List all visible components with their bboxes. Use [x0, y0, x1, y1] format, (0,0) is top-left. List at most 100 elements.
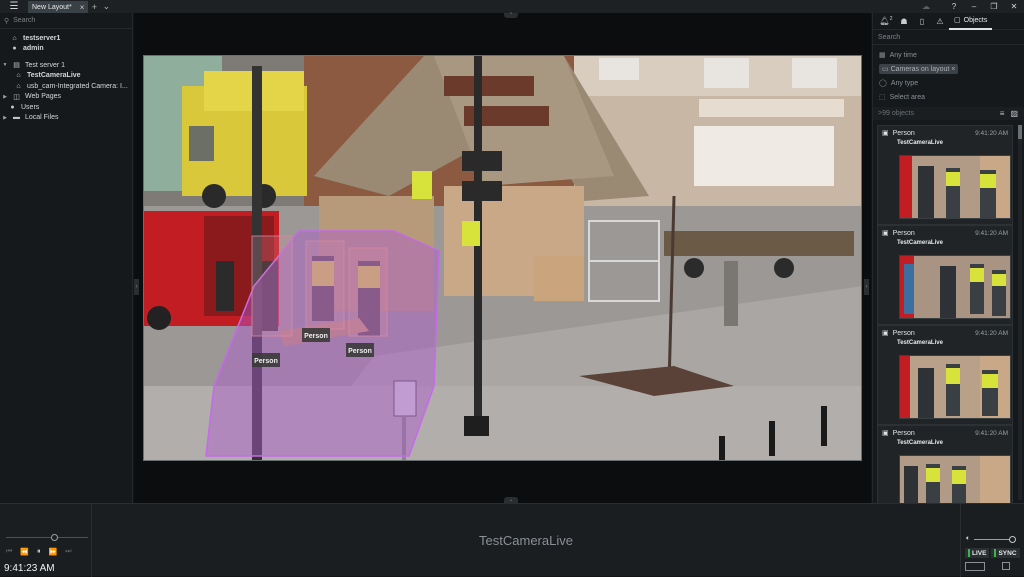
tree-item-label: TestCameraLive [27, 72, 81, 80]
bell-icon: 🔔︎ [879, 16, 890, 26]
notification-count: 2 [889, 16, 893, 23]
volume-control[interactable]: 🔈︎ [966, 535, 1017, 543]
tree-item-label: Users [21, 103, 40, 111]
object-filters: ▦ Any time ▭ Cameras on layout × ◯ Any typ… [873, 45, 1024, 107]
tree-item-local-files[interactable]: ▶ ▬ Local Files [0, 113, 132, 124]
tile-label: Person [892, 229, 915, 237]
collapse-right-handle[interactable]: › [864, 279, 869, 295]
close-window-icon[interactable]: ✕ [1004, 2, 1024, 11]
skip-back-icon[interactable]: ⏮ [6, 548, 12, 556]
live-button[interactable]: LIVE [965, 548, 990, 558]
camera-icon: ⌂ [16, 82, 21, 90]
tile-label: Person [892, 129, 915, 137]
folder-icon: ▬ [13, 114, 20, 122]
bookmark-tab-icon[interactable]: ▯ [913, 17, 931, 26]
scrollbar-thumb[interactable] [1018, 125, 1022, 139]
tree-item-server[interactable]: ▼ ▤ Test server 1 [0, 60, 132, 71]
filter-area-label: Select area [889, 93, 926, 101]
speaker-icon[interactable]: 🔈︎ [966, 535, 970, 543]
help-icon[interactable]: ? [944, 2, 964, 11]
filter-type[interactable]: ◯ Any type [879, 76, 1018, 90]
camera-video-tile[interactable]: Person Person Person [143, 55, 862, 461]
restore-icon[interactable]: ❐ [984, 2, 1004, 11]
tree-item-label: Test server 1 [25, 61, 66, 69]
resource-search[interactable]: ⚲ Search [0, 13, 132, 29]
server-name-row[interactable]: ⌂ testserver1 [10, 33, 132, 44]
tab-new-layout[interactable]: New Layout* × [28, 1, 89, 13]
search-input[interactable]: Search [13, 17, 35, 24]
filter-cameras-label: Cameras on layout [890, 66, 950, 73]
tile-thumbnail [899, 355, 1011, 419]
collapse-left-handle[interactable]: ‹ [134, 279, 139, 295]
detection-label: Person [348, 348, 372, 355]
thumbnails-toggle-icon[interactable] [965, 562, 985, 571]
right-panel-tabs: 🔔︎2 ☗ ▯ ⚠ ▢ Objects [873, 13, 1024, 30]
object-tiles: ▣ Person 9:41:20 AM TestCameraLive ▣ Person… [877, 125, 1013, 525]
notifications-tab[interactable]: 🔔︎2 [877, 16, 895, 26]
tree-item-camera-live[interactable]: ⌂ TestCameraLive [0, 71, 132, 82]
resource-tree: ▼ ▤ Test server 1 ⌂ TestCameraLive ⌂ usb… [0, 54, 132, 123]
tab-objects[interactable]: ▢ Objects [949, 13, 993, 30]
events-tab-icon[interactable]: ⚠ [931, 17, 949, 26]
chevron-down-icon[interactable]: ▼ [2, 62, 8, 68]
sync-button[interactable]: SYNC [991, 548, 1020, 558]
image-view-icon[interactable]: ▨ [1010, 109, 1018, 118]
tree-item-label: usb_cam-Integrated Camera: I... [27, 82, 128, 90]
tree-item-users[interactable]: ● Users [0, 102, 132, 113]
detection-label: Person [304, 333, 328, 340]
pause-icon[interactable]: ⏸ [37, 548, 41, 556]
clear-filter-icon[interactable]: × [951, 66, 955, 73]
cloud-icon[interactable]: ☁ [916, 2, 936, 11]
user-row[interactable]: ● admin [10, 44, 132, 55]
server-name: testserver1 [23, 34, 61, 42]
close-tab-icon[interactable]: × [80, 3, 85, 12]
skip-forward-icon[interactable]: ⏭ [65, 548, 71, 556]
filter-area[interactable]: ⬚ Select area [879, 90, 1018, 104]
objects-scrollbar[interactable] [1018, 125, 1022, 500]
filter-cameras[interactable]: ▭ Cameras on layout × [879, 62, 1018, 76]
step-back-icon[interactable]: ⏪ [20, 548, 29, 556]
camera-frame: Person Person Person [144, 56, 861, 460]
object-tile[interactable]: ▣ Person 9:41:20 AM TestCameraLive [877, 225, 1013, 325]
minimize-icon[interactable]: – [964, 2, 984, 11]
step-forward-icon[interactable]: ⏩ [49, 548, 58, 556]
tab-list-chevron-icon[interactable]: ⌄ [100, 1, 112, 12]
window-controls: ☁ ? – ❐ ✕ [916, 0, 1024, 13]
volume-slider[interactable] [974, 535, 1017, 543]
tile-time: 9:41:20 AM [975, 329, 1008, 337]
timeline-camera-name: TestCameraLive [479, 533, 573, 548]
tab-objects-label: Objects [963, 16, 988, 24]
object-tile[interactable]: ▣ Person 9:41:20 AM TestCameraLive [877, 325, 1013, 425]
filter-time-label: Any time [889, 51, 917, 59]
objects-search-input[interactable]: Search [873, 30, 1024, 45]
tile-thumbnail [899, 155, 1011, 219]
tile-label: Person [892, 329, 915, 337]
layout-viewport: ⌃ ‹ › ⌄ Person Person Person [134, 13, 871, 503]
sync-label: SYNC [998, 549, 1017, 557]
detection-label: Person [254, 358, 278, 365]
camera-icon: ⌂ [16, 72, 21, 80]
checkbox-icon[interactable]: ▣ [882, 329, 889, 337]
objects-panel: 🔔︎2 ☗ ▯ ⚠ ▢ Objects Search ▦ Any time ▭ C… [872, 13, 1024, 525]
object-tile[interactable]: ▣ Person 9:41:20 AM TestCameraLive [877, 125, 1013, 225]
tree-item-usb-camera[interactable]: ⌂ usb_cam-Integrated Camera: I... [0, 81, 132, 92]
motion-tab-icon[interactable]: ☗ [895, 17, 913, 26]
resource-tree-panel: ⚲ Search ⌂ testserver1 ● admin ▼ ▤ Test … [0, 13, 133, 503]
objects-count: >99 objects [878, 110, 914, 117]
chevron-right-icon[interactable]: ▶ [2, 115, 8, 121]
main-menu-icon[interactable]: ☰ [0, 0, 28, 13]
collapse-top-handle[interactable]: ⌃ [504, 13, 518, 18]
live-sync-controls: 🔈︎ LIVE SYNC [960, 504, 1024, 577]
checkbox-icon[interactable]: ▣ [882, 429, 889, 437]
add-tab-icon[interactable]: + [88, 2, 100, 12]
volume-slider-knob[interactable] [1009, 535, 1017, 543]
checkbox-icon[interactable]: ▣ [882, 129, 889, 137]
checkbox-icon[interactable]: ▣ [882, 229, 889, 237]
chevron-right-icon[interactable]: ▶ [2, 94, 8, 100]
calendar-icon[interactable] [1002, 562, 1010, 570]
user-icon: ● [12, 45, 17, 53]
home-icon: ⌂ [12, 34, 17, 42]
filter-time[interactable]: ▦ Any time [879, 48, 1018, 62]
list-view-icon[interactable]: ≡ [1000, 109, 1005, 118]
tree-item-web-pages[interactable]: ▶ ◫ Web Pages [0, 92, 132, 103]
